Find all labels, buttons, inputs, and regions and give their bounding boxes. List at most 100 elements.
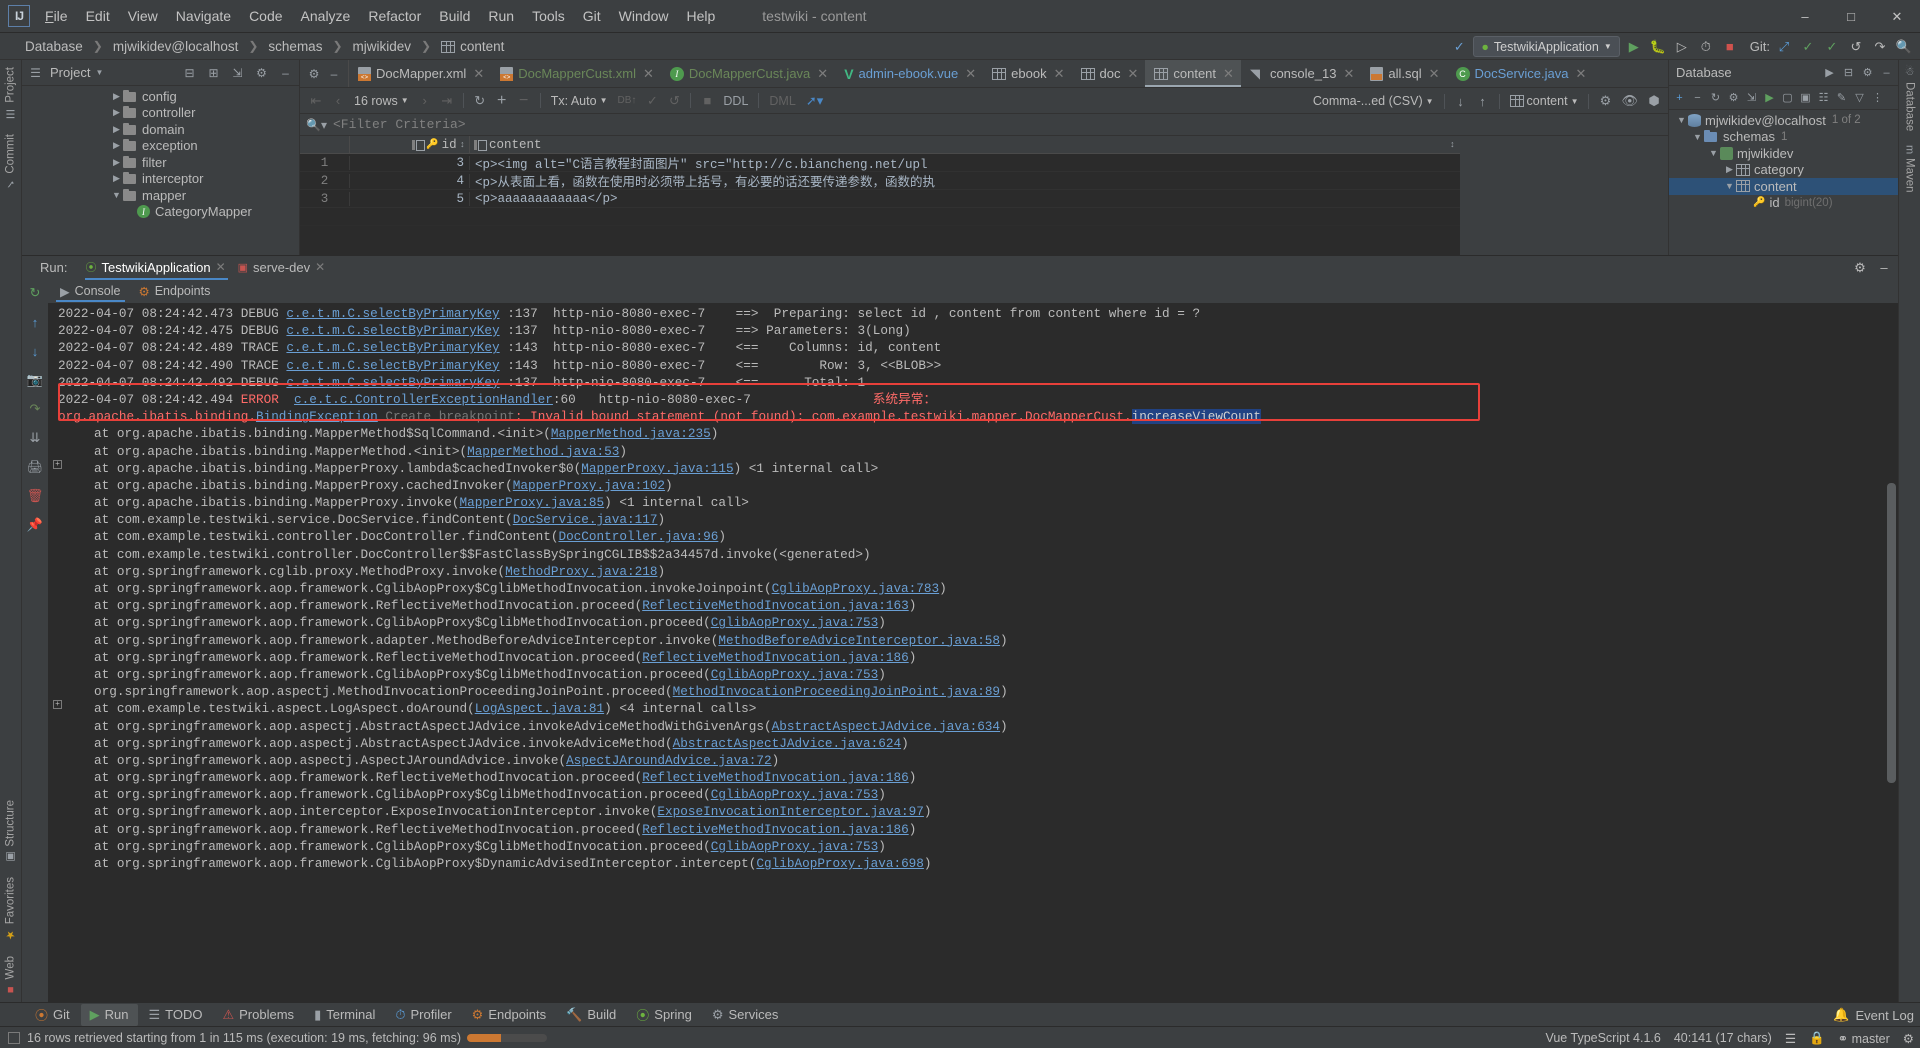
cell-content[interactable]: <p><img alt="C语言教程封面图片" src="http://c.bi…	[470, 153, 1460, 172]
console-stacktrace-line[interactable]: at org.springframework.aop.interceptor.E…	[58, 803, 1885, 820]
maximize-button[interactable]: □	[1828, 0, 1874, 33]
framework-indicator[interactable]: Vue TypeScript 4.1.6	[1545, 1031, 1660, 1045]
menu-view[interactable]: View	[119, 4, 167, 28]
sidebar-item-project[interactable]: ☰ Project	[0, 60, 21, 127]
tree-item-interceptor[interactable]: ▶ interceptor	[22, 171, 299, 188]
db-tree-item-datasource[interactable]: ▼ mjwikidev@localhost 1 of 2	[1669, 112, 1898, 129]
row-count-selector[interactable]: 16 rows ▼	[350, 94, 413, 108]
menu-tools[interactable]: Tools	[523, 4, 574, 28]
new-console-icon[interactable]: ▢	[1779, 88, 1796, 107]
console-output-area[interactable]: 2022-04-07 08:24:42.473 DEBUG c.e.t.m.C.…	[48, 303, 1898, 1002]
data-extractor-icon[interactable]: ➚▾	[802, 91, 827, 111]
table-row[interactable]: 1 3 <p><img alt="C语言教程封面图片" src="http://…	[300, 154, 1460, 172]
scroll-up-icon[interactable]: ↑	[25, 312, 45, 332]
breadcrumb-table[interactable]: content	[438, 37, 507, 56]
console-stacktrace-line[interactable]: at org.springframework.aop.aspectj.Abstr…	[58, 735, 1885, 752]
console-log-line[interactable]: 2022-04-07 08:24:42.475 DEBUG c.e.t.m.C.…	[58, 322, 1885, 339]
breadcrumb-database[interactable]: Database	[22, 37, 86, 56]
sidebar-item-commit[interactable]: ✓ Commit	[0, 127, 21, 198]
console-stacktrace-line[interactable]: at org.springframework.aop.framework.Ref…	[58, 821, 1885, 838]
console-stacktrace-line[interactable]: at org.apache.ibatis.binding.MapperProxy…	[58, 477, 1885, 494]
tree-item-controller[interactable]: ▶ controller	[22, 105, 299, 122]
more-icon[interactable]: ⋮	[1869, 88, 1886, 107]
git-push-icon[interactable]: ✓	[1822, 36, 1842, 57]
sidebar-item-maven[interactable]: m Maven	[1899, 138, 1920, 200]
tree-item-exception[interactable]: ▶ exception	[22, 138, 299, 155]
download-icon[interactable]: ↓	[1451, 91, 1471, 111]
filter-bar[interactable]: 🔍▾ <Filter Criteria>	[300, 114, 1668, 136]
console-stacktrace-line[interactable]: org.springframework.aop.aspectj.MethodIn…	[58, 683, 1885, 700]
filter-input[interactable]: <Filter Criteria>	[333, 117, 466, 132]
menu-code[interactable]: Code	[240, 4, 291, 28]
debug-button[interactable]: 🐛	[1648, 36, 1668, 57]
first-page-button[interactable]: ⇤	[306, 91, 326, 111]
chevron-right-icon[interactable]: ▶	[110, 124, 123, 135]
console-stacktrace-line[interactable]: at org.apache.ibatis.binding.MapperMetho…	[58, 425, 1885, 442]
collapse-all-icon[interactable]: ⊟	[1840, 63, 1857, 82]
upload-icon[interactable]: ↑	[1473, 91, 1493, 111]
eye-icon[interactable]: 👁	[1617, 91, 1642, 111]
chevron-down-icon[interactable]: ▼	[95, 68, 103, 77]
add-datasource-icon[interactable]: +	[1671, 88, 1688, 107]
bell-icon[interactable]: 🔔	[1833, 1007, 1849, 1023]
git-history-icon[interactable]: ↺	[1846, 36, 1866, 57]
expand-icon[interactable]: ⬢	[1644, 91, 1664, 111]
close-icon[interactable]: ✕	[817, 66, 828, 82]
console-stacktrace-line[interactable]: at org.springframework.aop.framework.Cgl…	[58, 838, 1885, 855]
rollback-icon[interactable]: ↺	[664, 91, 684, 111]
db-tree-item-schemas[interactable]: ▼ schemas 1	[1669, 129, 1898, 146]
gear-icon[interactable]: ⚙	[1850, 257, 1870, 278]
bottom-tab-spring[interactable]: ⦿ Spring	[627, 1002, 701, 1027]
bottom-tab-profiler[interactable]: ⏱ Profiler	[386, 1004, 460, 1026]
next-page-button[interactable]: ›	[415, 91, 435, 111]
close-icon[interactable]: ✕	[473, 66, 484, 82]
transaction-mode-selector[interactable]: Tx: Auto ▼	[547, 94, 612, 108]
table-selector[interactable]: content ▼	[1506, 94, 1583, 108]
chevron-right-icon[interactable]: ▶	[110, 173, 123, 184]
select-opened-file-icon[interactable]: ⇲	[228, 63, 247, 83]
run-with-coverage-button[interactable]: ▷	[1672, 36, 1692, 57]
console-log-line[interactable]: 2022-04-07 08:24:42.489 TRACE c.e.t.m.C.…	[58, 339, 1885, 356]
stop-icon[interactable]: ■	[697, 91, 717, 111]
menu-edit[interactable]: Edit	[77, 4, 119, 28]
jump-to-editor-icon[interactable]: ⇲	[1743, 88, 1760, 107]
table-row-partial[interactable]	[300, 208, 1460, 226]
menu-window[interactable]: Window	[610, 4, 678, 28]
editor-tab-doc[interactable]: doc ✕	[1072, 60, 1146, 87]
close-icon[interactable]: ✕	[216, 260, 226, 274]
menu-run[interactable]: Run	[479, 4, 523, 28]
tree-item-categorymapper[interactable]: I CategoryMapper	[22, 204, 299, 221]
editor-tab-content[interactable]: content ✕	[1145, 60, 1241, 87]
menu-build[interactable]: Build	[430, 4, 479, 28]
scroll-to-end-icon[interactable]: ⇊	[25, 428, 45, 448]
db-tree-item-schema[interactable]: ▼ mjwikidev	[1669, 145, 1898, 162]
table-row[interactable]: 3 5 <p>aaaaaaaaaaaa</p>	[300, 190, 1460, 208]
search-icon[interactable]: 🔍	[1894, 36, 1914, 57]
event-log-label[interactable]: Event Log	[1855, 1008, 1914, 1023]
tree-item-domain[interactable]: ▶ domain	[22, 121, 299, 138]
close-icon[interactable]: ✕	[1127, 66, 1138, 82]
close-icon[interactable]: ✕	[1223, 66, 1234, 82]
collapse-all-icon[interactable]: ⊟	[180, 63, 199, 83]
close-icon[interactable]: ✕	[1429, 66, 1440, 82]
console-error-header-line[interactable]: 2022-04-07 08:24:42.494 ERROR c.e.t.c.Co…	[58, 391, 1885, 408]
chevron-down-icon[interactable]: ▼	[1675, 115, 1688, 125]
fold-icon[interactable]: +	[53, 459, 62, 469]
console-stacktrace-line[interactable]: + at org.apache.ibatis.binding.MapperProx…	[53, 459, 1885, 477]
diagram-icon[interactable]: ☷	[1815, 88, 1832, 107]
chevron-down-icon[interactable]: ▼	[1707, 148, 1720, 158]
cell-content[interactable]: <p>从表面上看，函数在使用时必须带上括号，有必要的话还要传递参数，函数的执	[470, 171, 1460, 190]
hide-panel-icon[interactable]: –	[1878, 63, 1895, 82]
tree-item-config[interactable]: ▶ config	[22, 88, 299, 105]
db-submit-icon[interactable]: DB↑	[613, 91, 640, 111]
cell-id[interactable]: 4	[350, 173, 470, 188]
editor-tab-console-13[interactable]: ◥ console_13 ✕	[1241, 60, 1361, 87]
grid-column-header-id[interactable]: 🔑 id ↕	[350, 136, 470, 154]
search-everywhere-icon[interactable]: ✓	[1449, 36, 1469, 57]
chevron-down-icon[interactable]: ▼	[1691, 132, 1704, 142]
close-icon[interactable]: ✕	[315, 260, 325, 274]
tab-endpoints[interactable]: ⚙ Endpoints	[131, 281, 219, 302]
grid-column-header-content[interactable]: content ↕	[470, 136, 1460, 154]
git-rollback-icon[interactable]: ↷	[1870, 36, 1890, 57]
bottom-tab-endpoints[interactable]: ⚙ Endpoints	[463, 1004, 555, 1026]
